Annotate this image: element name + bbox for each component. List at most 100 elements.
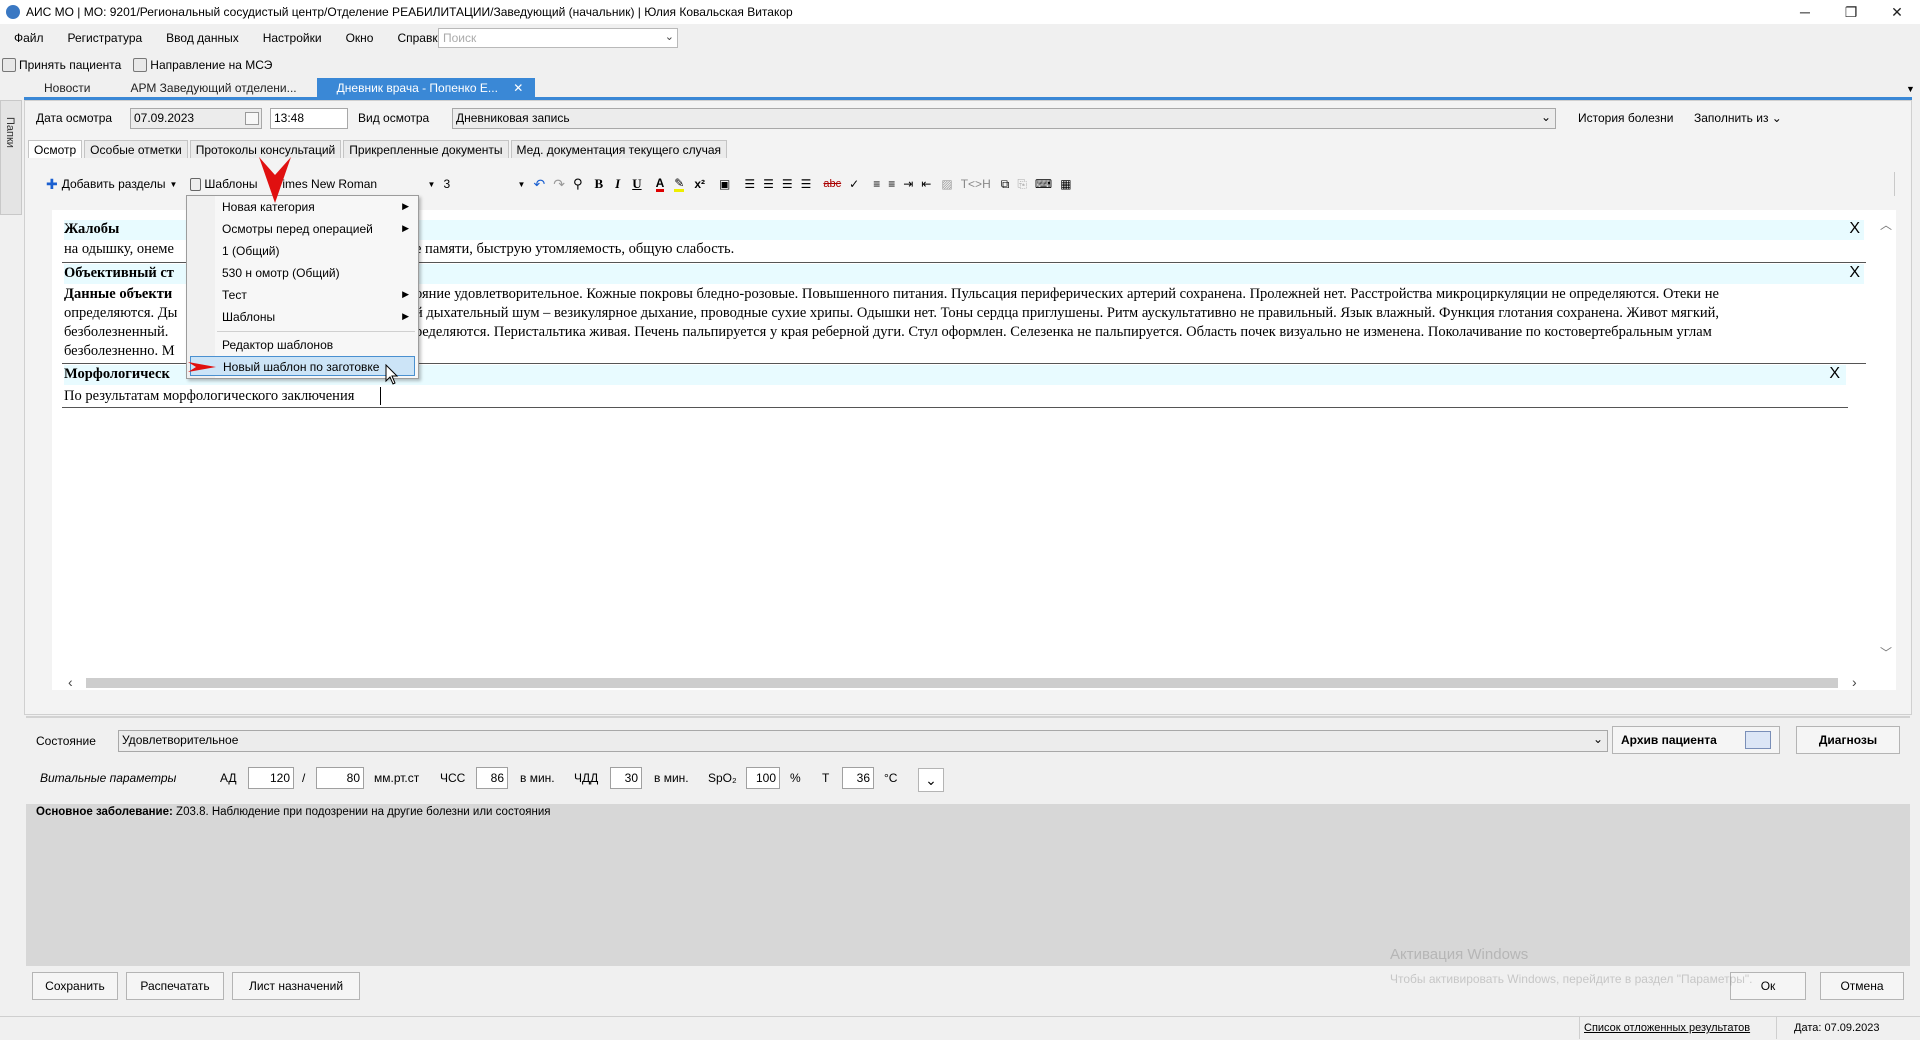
expand-vitals-button[interactable]: ⌄ [918,768,944,792]
menu-window[interactable]: Окно [332,31,384,45]
menu-item-label: Тест [222,288,247,302]
menu-settings[interactable]: Настройки [249,31,332,45]
table-icon[interactable]: ▦ [1060,177,1071,191]
assignments-button[interactable]: Лист назначений [232,972,360,1000]
bp-systolic-input[interactable]: 120 [248,767,294,789]
outdent-icon[interactable]: ⇤ [921,177,931,191]
deferred-results-link[interactable]: Список отложенных результатов [1584,1022,1750,1034]
save-button[interactable]: Сохранить [32,972,118,1000]
exam-time-field[interactable]: 13:48 [270,108,348,129]
exam-date-label: Дата осмотра [36,111,113,125]
size-select[interactable]: 3 ▼ [443,177,525,191]
underline-icon[interactable]: U [632,176,641,192]
copy-icon[interactable]: ⧉ [1001,177,1010,192]
find-replace-button[interactable]: T<>H [961,177,991,191]
close-tab-icon[interactable]: ✕ [513,81,523,95]
bullet-list-icon[interactable]: ≡ [888,177,895,191]
align-center-icon[interactable]: ☰ [763,177,774,191]
scroll-up-icon[interactable]: ︿ [1880,216,1892,233]
remove-section-button[interactable]: X [1849,220,1860,238]
exam-subtabs: Осмотр Особые отметки Протоколы консульт… [28,140,729,158]
highlight-icon[interactable]: ✎ [674,177,685,192]
temp-input[interactable]: 36 [842,767,874,789]
subtab-exam[interactable]: Осмотр [28,140,83,158]
scroll-right-icon[interactable]: › [1852,674,1857,690]
menu-item-preop-exams[interactable]: Осмотры перед операцией ▶ [222,219,417,239]
hr-input[interactable]: 86 [476,767,508,789]
calendar-icon[interactable] [245,112,259,125]
menu-gutter [187,196,215,378]
fill-from-dropdown[interactable]: Заполнить из ⌄ [1694,111,1782,125]
menu-item-templates[interactable]: Шаблоны ▶ [222,307,417,327]
superscript-icon[interactable]: x² [694,177,705,191]
rr-label: ЧДД [574,771,599,785]
toolbar-edge [1894,172,1895,196]
align-left-icon[interactable]: ☰ [744,177,755,191]
subtab-attached-docs[interactable]: Прикрепленные документы [343,140,509,158]
font-color-icon[interactable]: A [655,177,665,192]
spo2-label: SpO₂ [708,771,737,785]
menu-item-template-530[interactable]: 530 н омотр (Общий) [222,263,417,283]
menu-registry[interactable]: Регистратура [54,31,153,45]
undo-icon[interactable]: ↶ [533,176,545,193]
tab-doctor-diary[interactable]: Дневник врача - Попенко Е... ✕ [316,78,536,98]
patient-archive-button[interactable]: Архив пациента [1612,726,1780,754]
exam-type-select[interactable]: Дневниковая запись ⌄ [452,108,1556,129]
subtab-special-marks[interactable]: Особые отметки [84,140,188,158]
keyboard-icon[interactable]: ⌨ [1035,177,1052,191]
minimize-button[interactable]: ─ [1782,0,1828,24]
templates-button[interactable]: Шаблоны [187,177,257,191]
align-right-icon[interactable]: ☰ [782,177,793,191]
indent-icon[interactable]: ⇥ [903,177,913,191]
font-select[interactable]: Times New Roman ▼ [275,177,435,191]
mse-referral-button[interactable]: Направление на МСЭ [131,58,272,72]
insert-field-icon[interactable]: ▣ [719,177,730,191]
scroll-left-icon[interactable]: ‹ [68,674,73,690]
close-window-button[interactable]: ✕ [1874,0,1920,24]
accept-patient-label: Принять пациента [19,58,122,72]
tab-arm-head[interactable]: АРМ Заведующий отделени... [110,78,316,98]
bp-diastolic-input[interactable]: 80 [316,767,364,789]
image-icon[interactable]: ▨ [941,177,952,191]
folders-side-tab[interactable]: Папки [0,100,22,215]
menu-item-test[interactable]: Тест ▶ [222,285,417,305]
tabs-overflow-icon[interactable]: ▼ [1906,84,1915,94]
spo2-input[interactable]: 100 [746,767,780,789]
rr-input[interactable]: 30 [610,767,642,789]
window-controls: ─ ❐ ✕ [1782,0,1920,24]
remove-section-button[interactable]: X [1849,264,1860,282]
menu-item-new-category[interactable]: Новая категория ▶ [222,197,417,217]
menu-data-entry[interactable]: Ввод данных [152,31,249,45]
accept-patient-button[interactable]: Принять пациента [0,58,121,72]
history-link[interactable]: История болезни [1578,111,1673,125]
strikethrough-icon[interactable]: abc [823,178,841,190]
menu-file[interactable]: Файл [0,31,54,45]
paste-icon[interactable]: ⎘ [1017,177,1027,192]
print-button[interactable]: Распечатать [126,972,224,1000]
add-sections-button[interactable]: ✚ Добавить разделы ▼ [46,176,177,193]
subtab-med-docs[interactable]: Мед. документация текущего случая [510,140,728,158]
numbered-list-icon[interactable]: ≡ [873,177,880,191]
align-justify-icon[interactable]: ☰ [801,177,812,191]
caret-down-icon: ▼ [169,179,178,189]
scroll-down-icon[interactable]: ﹀ [1880,644,1892,661]
redo-icon[interactable]: ↷ [553,176,565,193]
menu-item-template-1[interactable]: 1 (Общий) [222,241,417,261]
search-input[interactable]: Поиск ⌄ [438,28,678,48]
remove-section-button[interactable]: X [1829,365,1840,383]
spellcheck-icon[interactable]: ✓ [849,177,859,191]
bold-icon[interactable]: B [594,176,603,192]
horizontal-scrollbar[interactable]: ‹ › [64,674,1864,690]
tab-news[interactable]: Новости [24,78,110,98]
find-icon[interactable]: ⚲ [573,176,583,192]
state-select[interactable]: Удовлетворительное ⌄ [118,730,1608,752]
cancel-button[interactable]: Отмена [1820,972,1904,1000]
maximize-button[interactable]: ❐ [1828,0,1874,24]
menu-item-new-template-from-draft[interactable]: Новый шаблон по заготовке [190,356,415,376]
exam-date-field[interactable]: 07.09.2023 [130,108,262,129]
italic-icon[interactable]: I [615,176,620,192]
chevron-down-icon[interactable]: ⌄ [665,30,674,43]
menu-item-template-editor[interactable]: Редактор шаблонов [222,335,417,355]
diagnoses-button[interactable]: Диагнозы [1796,726,1900,754]
scrollbar-thumb[interactable] [86,678,1838,688]
